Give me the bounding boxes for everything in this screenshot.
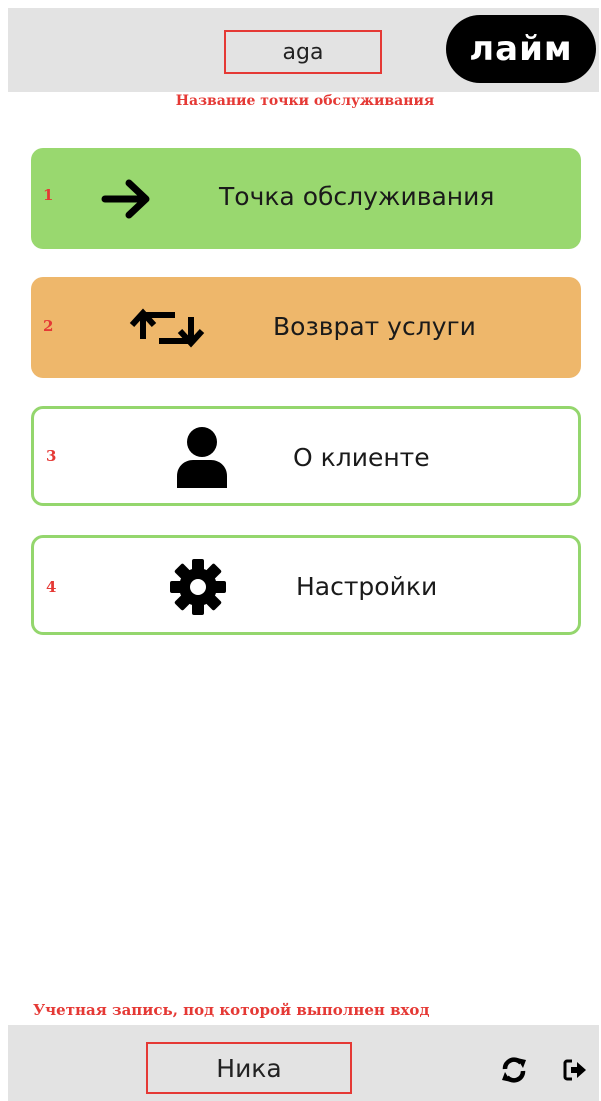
button-number: 2: [43, 317, 54, 335]
button-label: О клиенте: [293, 443, 430, 472]
button-label: Возврат услуги: [273, 312, 476, 341]
button-number: 3: [46, 447, 57, 465]
arrow-right-icon: [97, 174, 157, 224]
laim-logo: лайм: [446, 15, 596, 83]
service-point-button[interactable]: 1 Точка обслуживания: [31, 148, 581, 249]
service-point-name: aga: [224, 30, 382, 74]
refresh-icon[interactable]: [497, 1054, 531, 1086]
sign-out-icon[interactable]: [561, 1056, 589, 1084]
gear-icon: [167, 556, 229, 618]
button-number: 1: [43, 186, 54, 204]
service-point-annotation: Название точки обслуживания: [175, 93, 435, 109]
account-annotation: Учетная запись, под которой выполнен вхо…: [33, 1001, 430, 1019]
client-info-button[interactable]: 3 О клиенте: [31, 406, 581, 506]
button-number: 4: [46, 578, 57, 596]
logged-in-user: Ника: [146, 1042, 352, 1094]
button-label: Настройки: [296, 572, 438, 601]
user-icon: [174, 426, 230, 488]
service-return-button[interactable]: 2 Возврат услуги: [31, 277, 581, 378]
settings-button[interactable]: 4 Настройки: [31, 535, 581, 635]
retweet-icon: [128, 304, 206, 352]
button-label: Точка обслуживания: [219, 182, 495, 211]
